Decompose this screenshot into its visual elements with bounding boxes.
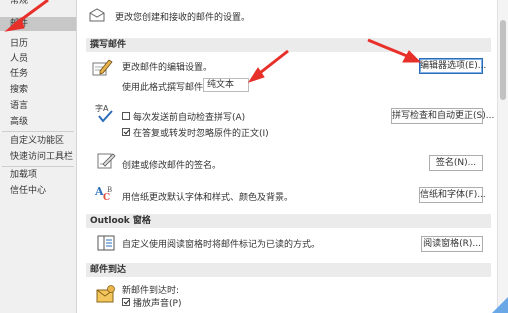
annotation-arrow-editor-options bbox=[367, 38, 422, 63]
annotation-arrow-corner bbox=[492, 297, 508, 313]
annotation-arrow-format bbox=[247, 49, 289, 83]
annotation-arrow-sidebar bbox=[4, 0, 49, 32]
annotation-arrows-overlay bbox=[4, 0, 508, 313]
